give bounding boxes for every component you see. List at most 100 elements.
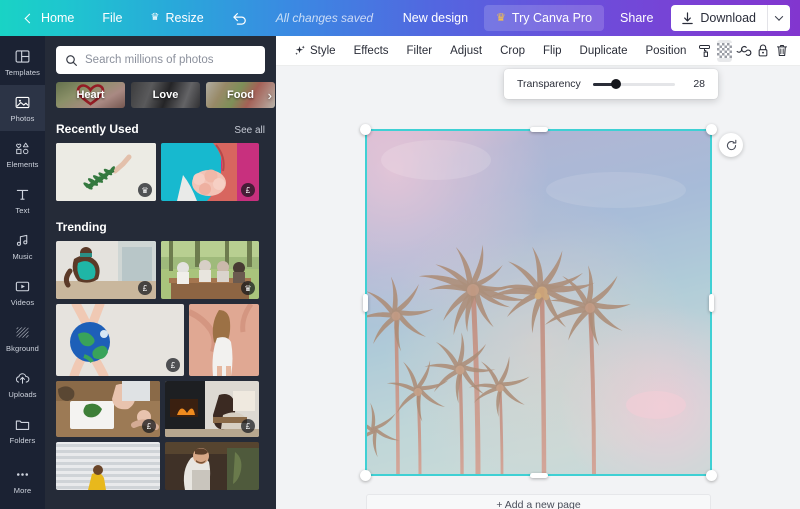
transparency-slider[interactable]	[592, 79, 675, 89]
duplicate-button[interactable]: Duplicate	[571, 36, 637, 66]
effects-button[interactable]: Effects	[345, 36, 398, 66]
delete-button[interactable]	[775, 40, 790, 62]
chip-food[interactable]: Food ›	[206, 82, 275, 108]
lock-button[interactable]	[756, 40, 771, 62]
text-icon	[16, 189, 29, 200]
resize-handle-bottom[interactable]	[529, 473, 548, 478]
design-page[interactable]	[360, 124, 743, 481]
sidebar-item-photos[interactable]: Photos	[0, 85, 45, 131]
share-button[interactable]: Share	[608, 0, 665, 36]
photo-card[interactable]	[165, 442, 259, 490]
file-menu[interactable]: File	[88, 0, 136, 36]
chip-love[interactable]: Love	[131, 82, 200, 108]
transparency-button[interactable]	[716, 39, 732, 62]
photo-card[interactable]: £	[56, 381, 160, 437]
price-badge: £	[241, 183, 255, 197]
chevron-down-icon	[774, 12, 784, 21]
photos-icon	[15, 96, 30, 108]
sidebar-item-music[interactable]: Music	[0, 223, 45, 269]
home-button[interactable]: Home	[12, 0, 88, 36]
section-title: Trending	[56, 220, 107, 234]
photo-card[interactable]: £	[56, 241, 156, 299]
lock-icon	[758, 44, 768, 57]
trending-grid-row-4	[45, 442, 276, 490]
trending-grid-row-1: £ ♛	[45, 241, 276, 299]
rotate-button[interactable]	[719, 133, 743, 157]
adjust-label: Adjust	[450, 44, 483, 57]
photo-card[interactable]: £	[165, 381, 259, 437]
sidebar-item-background[interactable]: Bkground	[0, 315, 45, 361]
chevron-right-icon[interactable]: ›	[268, 88, 272, 103]
try-canva-pro-button[interactable]: ♛ Try Canva Pro	[484, 5, 605, 31]
resize-button[interactable]: ♛ Resize	[137, 0, 218, 36]
save-status-label: All changes saved	[275, 11, 374, 25]
transparency-slider-thumb[interactable]	[610, 79, 621, 89]
adjust-button[interactable]: Adjust	[441, 36, 491, 66]
sidebar-item-text[interactable]: Text	[0, 177, 45, 223]
crown-icon: ♛	[150, 12, 160, 23]
music-icon	[16, 234, 28, 246]
download-button[interactable]: Download	[671, 5, 790, 31]
flip-button[interactable]: Flip	[534, 36, 571, 66]
sidebar-item-elements[interactable]: Elements	[0, 131, 45, 177]
panel-collapse-toggle[interactable]	[275, 258, 276, 300]
left-rail: Templates Photos Elements Text Music Vid…	[0, 36, 45, 509]
copy-style-icon	[736, 46, 752, 56]
resize-handle-bottom-right[interactable]	[706, 470, 717, 481]
price-badge: £	[241, 419, 255, 433]
chip-label: Food	[206, 82, 275, 108]
top-bar-right-group: New design ♛ Try Canva Pro Share Downloa…	[391, 0, 800, 36]
background-icon	[16, 326, 29, 338]
effects-label: Effects	[353, 44, 389, 57]
photos-panel: Heart Love Food › Recently Used See all	[45, 36, 276, 509]
new-design-button[interactable]: New design	[391, 0, 480, 36]
crown-icon: ♛	[496, 11, 506, 24]
search-box[interactable]	[56, 46, 265, 74]
folders-icon	[15, 420, 30, 430]
undo-button[interactable]	[218, 0, 262, 36]
photo-thumb-shopkeeper	[165, 442, 259, 490]
sidebar-item-templates[interactable]: Templates	[0, 39, 45, 85]
recently-used-grid: ♛ £	[45, 143, 276, 201]
delete-icon	[777, 44, 788, 57]
resize-handle-top-left[interactable]	[360, 124, 371, 135]
photo-card[interactable]: ♛	[161, 241, 259, 299]
search-input[interactable]	[85, 54, 256, 66]
sidebar-item-videos[interactable]: Videos	[0, 269, 45, 315]
resize-handle-top-right[interactable]	[706, 124, 717, 135]
resize-handle-top[interactable]	[529, 127, 548, 132]
filter-button[interactable]: Filter	[398, 36, 442, 66]
photo-card[interactable]: ♛	[56, 143, 156, 201]
photo-card[interactable]	[189, 304, 259, 376]
price-badge: £	[138, 281, 152, 295]
photo-thumb-blinds	[56, 442, 160, 490]
sidebar-item-uploads[interactable]: Uploads	[0, 361, 45, 407]
copy-style-button[interactable]	[736, 40, 752, 62]
resize-handle-bottom-left[interactable]	[360, 470, 371, 481]
price-badge: £	[166, 358, 180, 372]
crop-button[interactable]: Crop	[491, 36, 534, 66]
selected-image[interactable]	[366, 130, 711, 475]
section-header-recently-used: Recently Used See all	[45, 108, 276, 143]
chip-heart[interactable]: Heart	[56, 82, 125, 108]
photo-card[interactable]: £	[56, 304, 184, 376]
save-status: All changes saved	[262, 0, 387, 36]
paint-roller-button[interactable]	[697, 40, 712, 62]
resize-label: Resize	[165, 11, 204, 25]
sidebar-label-more: More	[13, 485, 32, 495]
share-label: Share	[620, 11, 654, 25]
style-button[interactable]: Style	[284, 36, 345, 66]
position-button[interactable]: Position	[636, 36, 695, 66]
sidebar-label-uploads: Uploads	[8, 389, 37, 399]
sidebar-item-more[interactable]: More	[0, 457, 45, 503]
download-main[interactable]: Download	[671, 5, 767, 31]
photo-card[interactable]	[56, 442, 160, 490]
download-options-toggle[interactable]	[767, 5, 790, 31]
videos-icon	[15, 281, 30, 291]
see-all-link[interactable]: See all	[234, 125, 265, 136]
resize-handle-left[interactable]	[363, 293, 368, 312]
add-new-page-button[interactable]: + Add a new page	[366, 494, 711, 509]
sidebar-item-folders[interactable]: Folders	[0, 407, 45, 453]
photo-card[interactable]: £	[161, 143, 259, 201]
resize-handle-right[interactable]	[709, 293, 714, 312]
